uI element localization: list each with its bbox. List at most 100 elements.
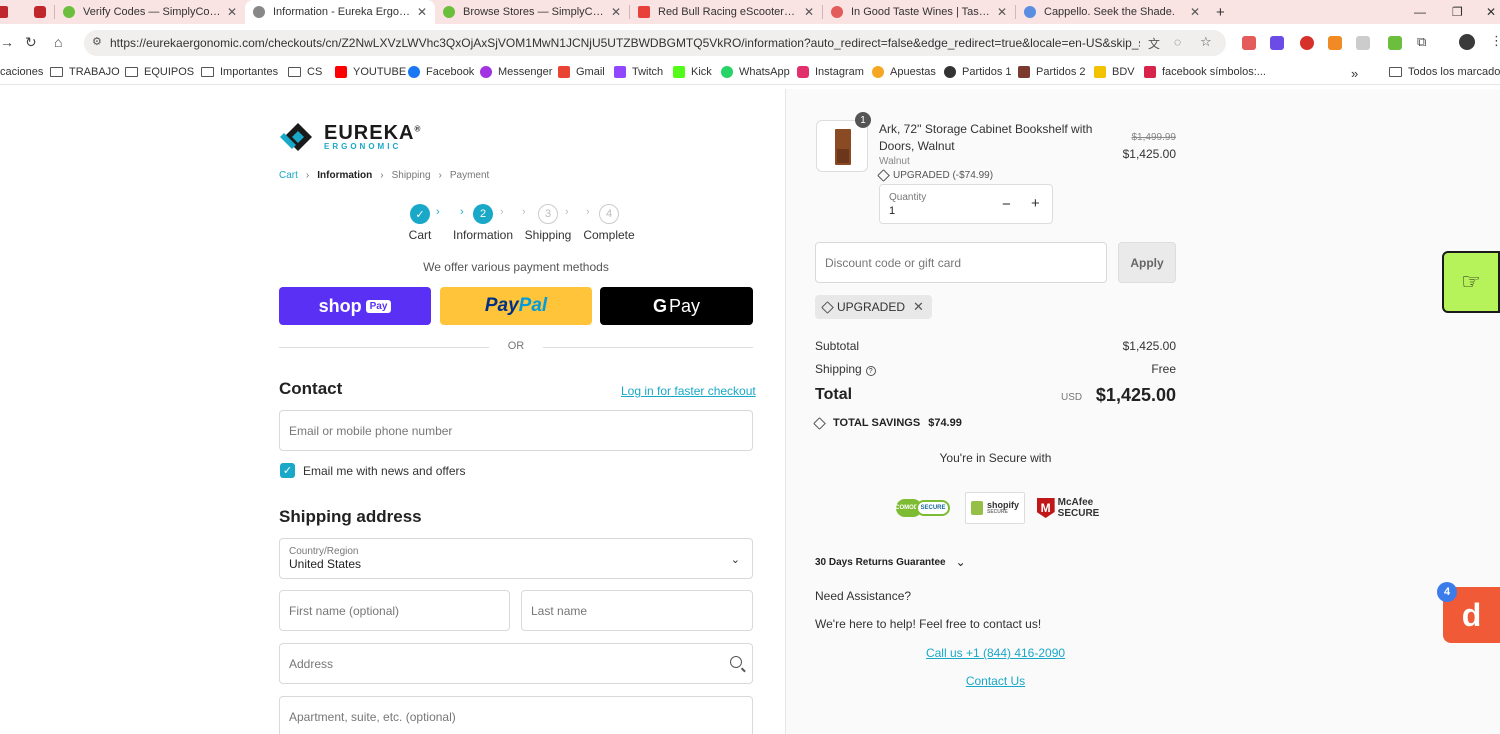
google-icon: G [652, 295, 667, 316]
bookmark-facebook[interactable]: Facebook [408, 66, 474, 78]
plus-icon[interactable]: + [1031, 195, 1040, 212]
shopify-icon [970, 501, 983, 515]
bookmark-folder-cs[interactable]: CS [288, 66, 322, 78]
all-bookmarks[interactable]: Todos los marcadores [1389, 66, 1500, 78]
bookmark-bdv[interactable]: BDV [1094, 66, 1135, 78]
extension-icon[interactable] [1388, 36, 1402, 50]
first-name-field[interactable]: First name (optional) [279, 590, 510, 631]
minus-icon[interactable]: − [1002, 196, 1011, 213]
discount-placeholder: Discount code or gift card [825, 255, 962, 270]
star-icon[interactable]: ☆ [1200, 34, 1212, 50]
quantity-stepper[interactable]: Quantity 1 − + [879, 184, 1053, 224]
country-select[interactable]: Country/Region United States ⌄ [279, 538, 753, 579]
apply-button[interactable]: Apply [1118, 242, 1176, 283]
bookmark-twitch[interactable]: Twitch [614, 66, 663, 78]
mcafee-secure-text: SECURE [1057, 508, 1100, 519]
window-close-icon[interactable]: ✕ [1486, 0, 1496, 24]
tab-pinned[interactable] [0, 0, 26, 24]
discount-code-input[interactable]: Discount code or gift card [815, 242, 1107, 283]
call-link[interactable]: Call us +1 (844) 416-2090 [815, 646, 1176, 660]
contact-us-link[interactable]: Contact Us [815, 674, 1176, 688]
extension-icon[interactable] [1270, 36, 1284, 50]
minimize-icon[interactable]: — [1414, 0, 1426, 24]
bookmark-kick[interactable]: Kick [673, 66, 712, 78]
simplycodes-icon [443, 6, 455, 18]
quantity-value[interactable]: 1 [889, 205, 895, 217]
bookmark-folder-importantes[interactable]: Importantes [201, 66, 278, 78]
bookmark-folder-trabajo[interactable]: TRABAJO [50, 66, 120, 78]
contact-heading: Contact [279, 379, 343, 398]
bookmark-item[interactable]: caciones [0, 66, 43, 78]
shipping-value: Free [1151, 362, 1176, 376]
bookmark-facebook-simbolos[interactable]: facebook símbolos:... [1144, 66, 1266, 78]
bookmark-partidos-1[interactable]: Partidos 1 [944, 66, 1012, 78]
extension-icon[interactable] [1328, 36, 1342, 50]
paypal-button[interactable]: Pay Pal [440, 287, 592, 325]
extension-icon[interactable] [1300, 36, 1314, 50]
tab-eureka-information[interactable]: Information - Eureka Ergonomic ✕ [245, 0, 435, 24]
bookmark-partidos-2[interactable]: Partidos 2 [1018, 66, 1086, 78]
tab-cappello[interactable]: Cappello. Seek the Shade. ✕ [1016, 0, 1208, 24]
puzzle-icon[interactable]: ⧉ [1417, 34, 1426, 50]
last-name-field[interactable]: Last name [521, 590, 753, 631]
chevron-down-icon: ⌄ [730, 554, 740, 566]
bookmark-apuestas[interactable]: Apuestas [872, 66, 936, 78]
close-icon[interactable]: ✕ [611, 5, 621, 19]
tab-browser-home[interactable] [26, 0, 54, 24]
twitch-icon [614, 66, 626, 78]
shop-pay-button[interactable]: shop Pay [279, 287, 431, 325]
address-field[interactable]: Address [279, 643, 753, 684]
breadcrumb-cart[interactable]: Cart [279, 170, 298, 181]
apartment-placeholder: Apartment, suite, etc. (optional) [289, 709, 456, 724]
menu-icon[interactable]: ⋮ [1490, 33, 1500, 49]
apartment-field[interactable]: Apartment, suite, etc. (optional) [279, 696, 753, 734]
close-icon[interactable]: ✕ [997, 5, 1007, 19]
tab-in-good-taste[interactable]: In Good Taste Wines | Tasting F ✕ [823, 0, 1015, 24]
hand-pointer-widget[interactable]: ☞ [1442, 251, 1500, 313]
tab-red-bull[interactable]: Red Bull Racing eScooter – Ora ✕ [630, 0, 822, 24]
reload-icon[interactable]: ↻ [25, 34, 37, 51]
close-icon[interactable]: ✕ [804, 5, 814, 19]
eureka-logo[interactable]: EUREKA® ERGONOMIC [280, 120, 421, 154]
bookmark-youtube[interactable]: YOUTUBE [335, 66, 406, 78]
bookmark-whatsapp[interactable]: WhatsApp [721, 66, 790, 78]
bookmark-instagram[interactable]: Instagram [797, 66, 864, 78]
remove-code-icon[interactable]: ✕ [913, 299, 924, 315]
restore-icon[interactable]: ❐ [1452, 0, 1463, 24]
google-pay-button[interactable]: G Pay [600, 287, 753, 325]
close-icon[interactable]: ✕ [1190, 5, 1200, 19]
tab-browse-stores[interactable]: Browse Stores — SimplyCodes ✕ [435, 0, 629, 24]
shipping-label: Shipping [815, 362, 862, 376]
logo-text: EUREKA® ERGONOMIC [324, 123, 421, 151]
bookmark-label: Importantes [220, 66, 279, 78]
home-icon[interactable]: ⌂ [54, 34, 62, 50]
help-icon[interactable]: ? [865, 366, 876, 376]
forward-icon[interactable]: → [0, 34, 14, 50]
bookmark-gmail[interactable]: Gmail [558, 66, 605, 78]
login-link[interactable]: Log in for faster checkout [621, 384, 756, 398]
email-field[interactable]: Email or mobile phone number [279, 410, 753, 451]
bookmark-messenger[interactable]: Messenger [480, 66, 552, 78]
help-text: We're here to help! Feel free to contact… [815, 617, 1042, 631]
avatar[interactable] [1459, 34, 1475, 50]
chevron-right-icon: › [500, 206, 504, 218]
close-icon[interactable]: ✕ [227, 5, 237, 19]
extension-icon[interactable] [1242, 36, 1256, 50]
check-icon: ✓ [410, 204, 430, 224]
newsletter-checkbox[interactable]: ✓ [280, 463, 295, 478]
eureka-logo-icon [280, 123, 312, 151]
new-tab-button[interactable]: + [1208, 0, 1238, 24]
step-cart[interactable]: ✓ Cart [405, 204, 435, 242]
tab-verify-codes[interactable]: Verify Codes — SimplyCodes ✕ [55, 0, 245, 24]
returns-guarantee[interactable]: 30 Days Returns Guarantee ⌄ [815, 555, 966, 569]
extension-icon[interactable] [1356, 36, 1370, 50]
newsletter-checkbox-row[interactable]: ✓ Email me with news and offers [280, 463, 466, 478]
brand-sub: ERGONOMIC [324, 142, 402, 151]
more-bookmarks-button[interactable]: » [1351, 66, 1358, 81]
site-info-icon[interactable]: ⚙ [92, 35, 102, 48]
close-icon[interactable]: ✕ [417, 5, 427, 19]
translate-icon[interactable]: 文 [1148, 35, 1160, 52]
url-omnibox[interactable]: ⚙ https://eurekaergonomic.com/checkouts/… [84, 30, 1226, 56]
bookmark-folder-equipos[interactable]: EQUIPOS [125, 66, 194, 78]
eye-off-icon[interactable]: ◌ [1174, 35, 1181, 49]
